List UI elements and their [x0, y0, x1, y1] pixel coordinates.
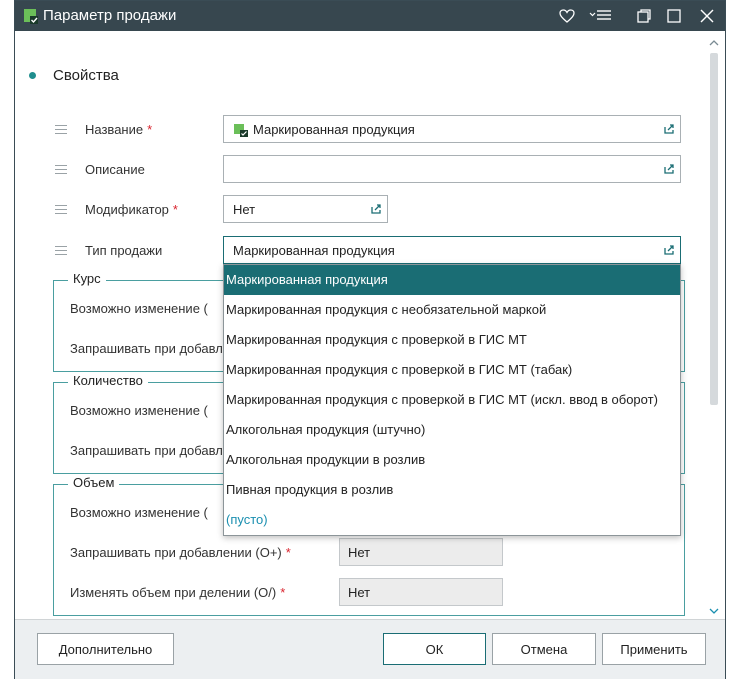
section-bullet — [29, 72, 36, 79]
dropdown-option-empty[interactable]: (пусто) — [224, 505, 680, 535]
sale-type-value: Маркированная продукция — [233, 243, 395, 258]
volume-divide-field[interactable]: Нет — [339, 578, 503, 606]
rate-group-legend: Курс — [68, 271, 106, 286]
volume-change-label: Возможно изменение ( — [70, 505, 208, 520]
title-bar: Параметр продажи — [15, 1, 725, 31]
volume-divide-value: Нет — [348, 585, 371, 600]
rate-change-label: Возможно изменение ( — [70, 301, 208, 316]
name-value: Маркированная продукция — [253, 122, 415, 137]
rate-ask-label: Запрашивать при добавл — [70, 341, 223, 356]
chevron-down-icon[interactable] — [709, 607, 719, 615]
dropdown-option[interactable]: Пивная продукция в розлив — [224, 475, 680, 505]
dropdown-option[interactable]: Маркированная продукция с необязательной… — [224, 295, 680, 325]
volume-divide-label: Изменять объем при делении (О/) * — [70, 585, 286, 600]
quantity-group-legend: Количество — [68, 373, 148, 388]
heart-icon — [559, 9, 575, 23]
dropdown-option[interactable]: Маркированная продукция — [224, 265, 680, 295]
drag-handle-icon[interactable] — [55, 246, 67, 256]
section-title: Свойства — [53, 67, 119, 84]
more-button[interactable]: Дополнительно — [37, 633, 174, 665]
sale-type-field[interactable]: Маркированная продукция — [223, 236, 681, 264]
field-expand-icon[interactable] — [664, 164, 674, 174]
dropdown-option[interactable]: Маркированная продукция с проверкой в ГИ… — [224, 355, 680, 385]
field-expand-icon[interactable] — [664, 245, 674, 255]
dropdown-option[interactable]: Алкогольная продукции в розлив — [224, 445, 680, 475]
cancel-button[interactable]: Отмена — [492, 633, 596, 665]
volume-ask-field[interactable]: Нет — [339, 538, 503, 566]
app-document-check-icon — [24, 9, 38, 24]
modifier-value: Нет — [233, 202, 256, 217]
quantity-change-label: Возможно изменение ( — [70, 403, 208, 418]
field-expand-icon[interactable] — [371, 204, 381, 214]
maximize-button[interactable] — [662, 5, 686, 27]
scrollbar-thumb[interactable] — [710, 53, 718, 405]
restore-icon — [637, 9, 651, 23]
field-expand-icon[interactable] — [664, 124, 674, 134]
modifier-label: Модификатор * — [85, 202, 178, 217]
description-label: Описание — [85, 162, 145, 177]
menu-button[interactable] — [587, 5, 615, 27]
dropdown-option[interactable]: Маркированная продукция с проверкой в ГИ… — [224, 385, 680, 415]
menu-list-icon — [589, 10, 611, 20]
description-field[interactable] — [223, 155, 681, 183]
volume-ask-label: Запрашивать при добавлении (О+) * — [70, 545, 291, 560]
volume-group-legend: Объем — [68, 475, 120, 490]
dropdown-option[interactable]: Алкогольная продукция (штучно) — [224, 415, 680, 445]
close-button[interactable] — [695, 5, 719, 27]
document-check-icon — [234, 124, 248, 137]
close-icon — [700, 9, 714, 23]
drag-handle-icon[interactable] — [55, 205, 67, 215]
required-marker: * — [280, 585, 286, 600]
drag-handle-icon[interactable] — [55, 125, 67, 135]
required-marker: * — [172, 202, 178, 217]
dropdown-option[interactable]: Маркированная продукция с проверкой в ГИ… — [224, 325, 680, 355]
sale-type-label: Тип продажи — [85, 243, 163, 258]
chevron-up-icon[interactable] — [709, 39, 719, 47]
required-marker: * — [147, 122, 153, 137]
restore-button[interactable] — [632, 5, 656, 27]
sale-type-dropdown: Маркированная продукция Маркированная пр… — [223, 264, 681, 536]
modifier-field[interactable]: Нет — [223, 195, 388, 223]
apply-button[interactable]: Применить — [602, 633, 706, 665]
vertical-scrollbar[interactable] — [707, 39, 721, 617]
volume-ask-value: Нет — [348, 545, 371, 560]
quantity-ask-label: Запрашивать при добавл — [70, 443, 223, 458]
window-title: Параметр продажи — [43, 7, 177, 24]
name-field[interactable]: Маркированная продукция — [223, 115, 681, 143]
dialog-footer: Дополнительно ОК Отмена Применить — [15, 619, 725, 679]
drag-handle-icon[interactable] — [55, 165, 67, 175]
dialog-window: Параметр продажи Свойства Название * Мар… — [14, 0, 726, 679]
ok-button[interactable]: ОК — [383, 633, 486, 665]
required-marker: * — [285, 545, 291, 560]
maximize-icon — [667, 9, 681, 23]
favorite-button[interactable] — [555, 5, 579, 27]
name-label: Название * — [85, 122, 153, 137]
